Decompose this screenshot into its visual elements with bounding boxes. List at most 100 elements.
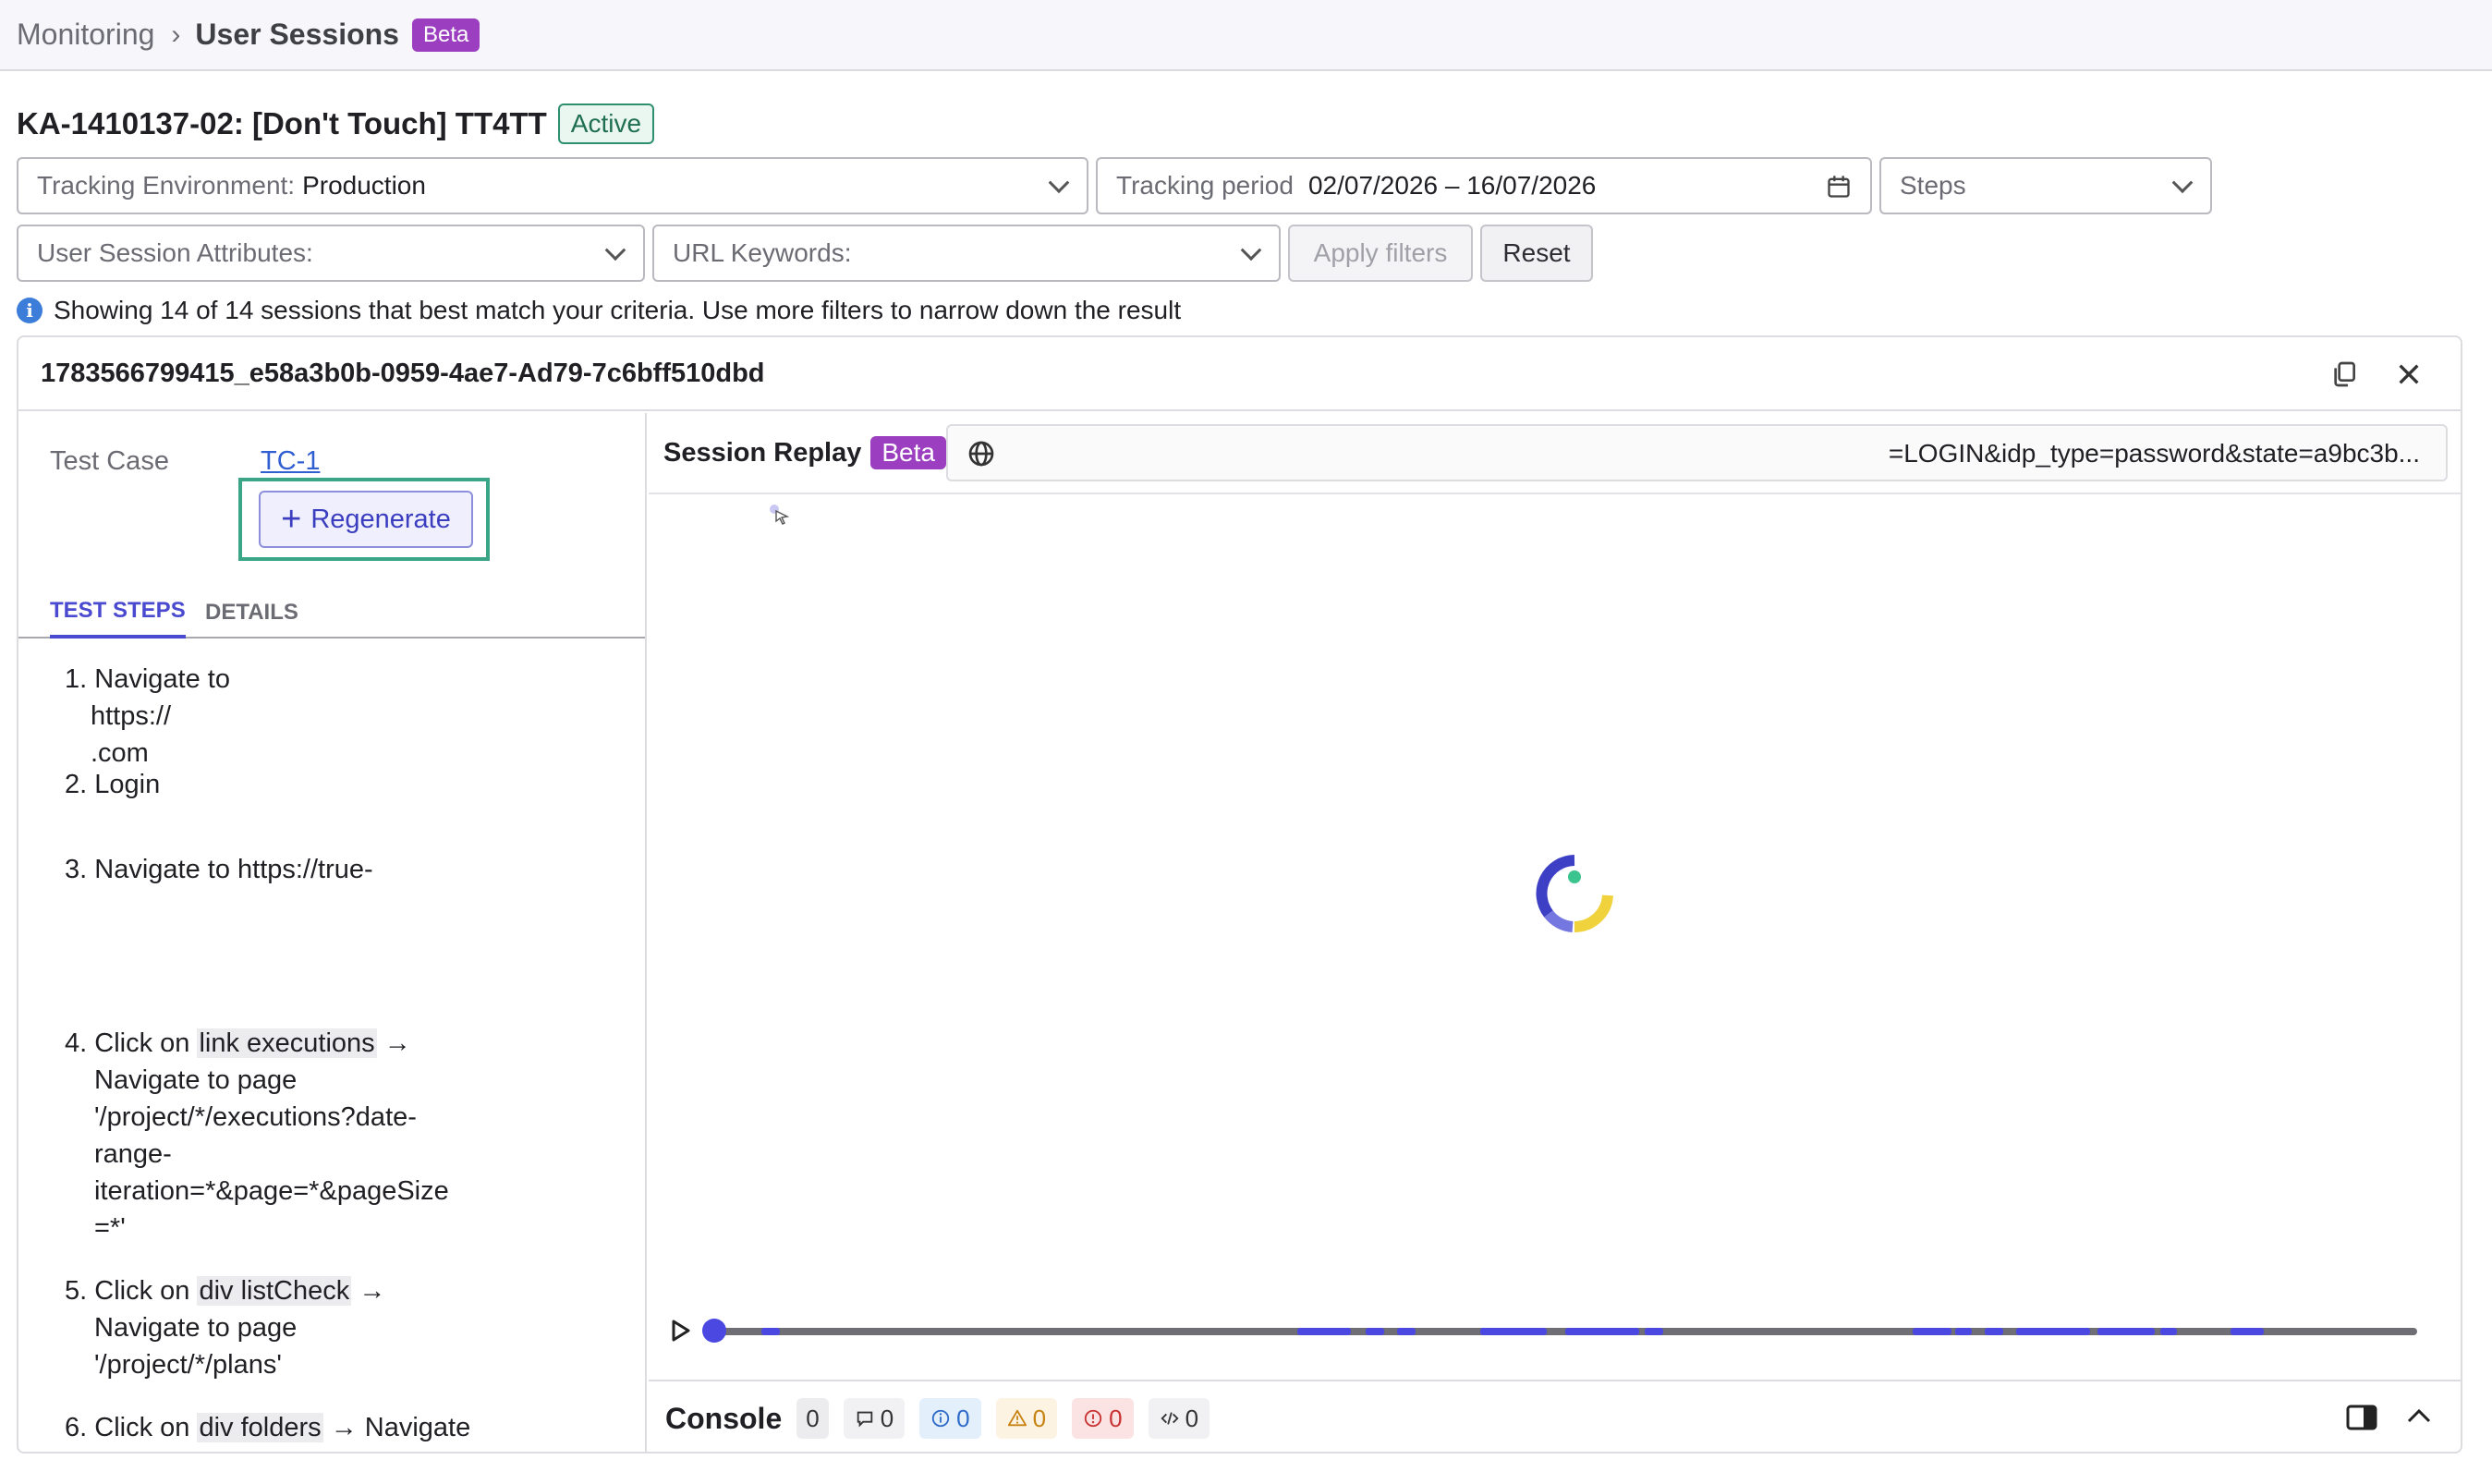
console-network-count: 0 — [1185, 1404, 1199, 1432]
list-item: 3. Navigate to https://true- — [65, 851, 373, 888]
console-warnings-count: 0 — [1032, 1404, 1047, 1432]
beta-badge: Beta — [411, 18, 480, 52]
step-text: Navigate to page — [94, 1313, 298, 1343]
top-bar: Monitoring › User Sessions Beta — [0, 0, 2492, 71]
timeline-segment — [1565, 1328, 1639, 1335]
steps-select[interactable]: Steps — [1879, 157, 2212, 214]
chevron-down-icon — [2171, 172, 2194, 194]
session-header: 1783566799415_e58a3b0b-0959-4ae7-Ad79-7c… — [18, 337, 2461, 411]
step-number: 1. — [65, 664, 88, 694]
timeline-segment — [1955, 1328, 1972, 1335]
test-case-column: Test Case TC-1 + Regenerate TEST STEPS D… — [18, 413, 647, 1452]
session-attributes-select[interactable]: User Session Attributes: — [17, 225, 645, 282]
project-title: KA-1410137-02: [Don't Touch] TT4TT — [17, 106, 547, 140]
tracking-period-value: 02/07/2026 – 16/07/2026 — [1307, 171, 1597, 200]
arrow-right-icon: → — [383, 1028, 411, 1058]
code-icon — [1161, 1412, 1179, 1425]
step-element: link executions — [197, 1028, 377, 1058]
step-text: Login — [94, 770, 161, 799]
chevron-up-icon[interactable] — [2405, 1405, 2433, 1428]
chevron-down-icon — [1240, 239, 1262, 262]
reset-button[interactable]: Reset — [1480, 225, 1593, 282]
page-title: User Sessions — [195, 18, 399, 51]
calendar-icon[interactable] — [1826, 174, 1852, 200]
timeline-segment — [1480, 1328, 1547, 1335]
environment-select[interactable]: Tracking Environment: Production — [17, 157, 1088, 214]
list-item: 6. Click on div folders → Navigate — [65, 1409, 470, 1446]
regenerate-button[interactable]: + Regenerate — [259, 491, 473, 548]
console-info-count: 0 — [956, 1404, 970, 1432]
tab-details[interactable]: DETAILS — [205, 587, 298, 639]
step-text: Navigate to https://true- — [94, 855, 373, 884]
timeline-segment — [2231, 1328, 2264, 1335]
console-title: Console — [665, 1401, 783, 1435]
step-text: Click on — [94, 1276, 190, 1306]
close-icon[interactable] — [2394, 359, 2424, 389]
regenerate-label: Regenerate — [310, 504, 451, 534]
error-icon — [1084, 1409, 1102, 1428]
replay-url-bar[interactable]: =LOGIN&idp_type=password&state=a9bc3b... — [946, 424, 2448, 481]
url-keywords-select[interactable]: URL Keywords: — [652, 225, 1281, 282]
step-text: '/project/*/executions?date- — [94, 1102, 417, 1132]
beta-badge: Beta — [870, 436, 946, 469]
plus-icon: + — [281, 500, 302, 539]
console-warnings-filter[interactable]: 0 — [995, 1398, 1058, 1439]
list-item: 2. Login — [65, 766, 160, 803]
chevron-right-icon: › — [171, 18, 181, 50]
timeline-segment — [2016, 1328, 2090, 1335]
timeline-scrubber[interactable] — [702, 1319, 726, 1343]
console-messages-count: 0 — [880, 1404, 894, 1432]
chevron-down-icon — [604, 239, 626, 262]
project-header: KA-1410137-02: [Don't Touch] TT4TT Activ… — [17, 102, 655, 146]
test-case-tabs: TEST STEPS DETAILS — [18, 587, 645, 639]
results-info: i Showing 14 of 14 sessions that best ma… — [17, 296, 1181, 325]
step-text: .com — [91, 738, 149, 768]
replay-timeline[interactable] — [702, 1319, 2417, 1343]
play-icon[interactable] — [671, 1319, 691, 1343]
session-replay-title: Session Replay — [663, 437, 862, 468]
tracking-period-picker[interactable]: Tracking period 02/07/2026 – 16/07/2026 — [1096, 157, 1872, 214]
test-case-label: Test Case — [50, 446, 169, 476]
steps-label: Steps — [1900, 171, 1966, 200]
step-element: div folders — [197, 1413, 323, 1442]
info-icon: i — [17, 298, 43, 323]
results-info-text: Showing 14 of 14 sessions that best matc… — [54, 296, 1182, 324]
chevron-down-icon — [1048, 172, 1070, 194]
globe-icon — [968, 441, 994, 467]
breadcrumb-monitoring[interactable]: Monitoring — [17, 18, 154, 52]
step-text: Navigate to page — [94, 1065, 298, 1095]
console-total-badge: 0 — [796, 1398, 829, 1439]
console-info-filter[interactable]: 0 — [919, 1398, 981, 1439]
timeline-segment — [761, 1328, 780, 1335]
tab-test-steps[interactable]: TEST STEPS — [50, 587, 186, 639]
list-item: 1. Navigate to https:// .com — [65, 661, 230, 772]
step-text: Click on — [94, 1028, 190, 1058]
loading-spinner-icon — [1536, 855, 1613, 932]
console-messages-filter[interactable]: 0 — [843, 1398, 906, 1439]
step-number: 4. — [65, 1028, 88, 1058]
step-text: Click on — [94, 1413, 190, 1442]
timeline-segment — [2160, 1328, 2177, 1335]
session-id: 1783566799415_e58a3b0b-0959-4ae7-Ad79-7c… — [41, 358, 765, 388]
cursor-icon — [770, 505, 790, 525]
session-replay-header: Session Replay Beta =LOGIN&idp_type=pass… — [649, 413, 2461, 494]
copy-icon[interactable] — [2329, 359, 2359, 389]
test-case-link[interactable]: TC-1 — [261, 446, 320, 477]
timeline-segment — [1645, 1328, 1663, 1335]
step-element: div listCheck — [197, 1276, 352, 1306]
arrow-right-icon: → — [359, 1276, 386, 1306]
tracking-period-label: Tracking period — [1116, 171, 1294, 200]
step-text: → Navigate — [330, 1413, 471, 1442]
session-attributes-label: User Session Attributes: — [37, 238, 313, 267]
environment-value: Production — [302, 171, 426, 200]
console-errors-filter[interactable]: 0 — [1072, 1398, 1134, 1439]
timeline-segment — [1913, 1328, 1951, 1335]
panel-toggle-icon[interactable] — [2346, 1404, 2377, 1431]
status-badge: Active — [557, 103, 655, 144]
comment-icon — [857, 1411, 872, 1428]
step-text: '/project/*/plans' — [94, 1350, 282, 1380]
apply-filters-button[interactable]: Apply filters — [1288, 225, 1473, 282]
step-text: Navigate to — [94, 664, 230, 694]
replay-url: =LOGIN&idp_type=password&state=a9bc3b... — [1888, 439, 2420, 468]
console-network-filter[interactable]: 0 — [1148, 1398, 1210, 1439]
